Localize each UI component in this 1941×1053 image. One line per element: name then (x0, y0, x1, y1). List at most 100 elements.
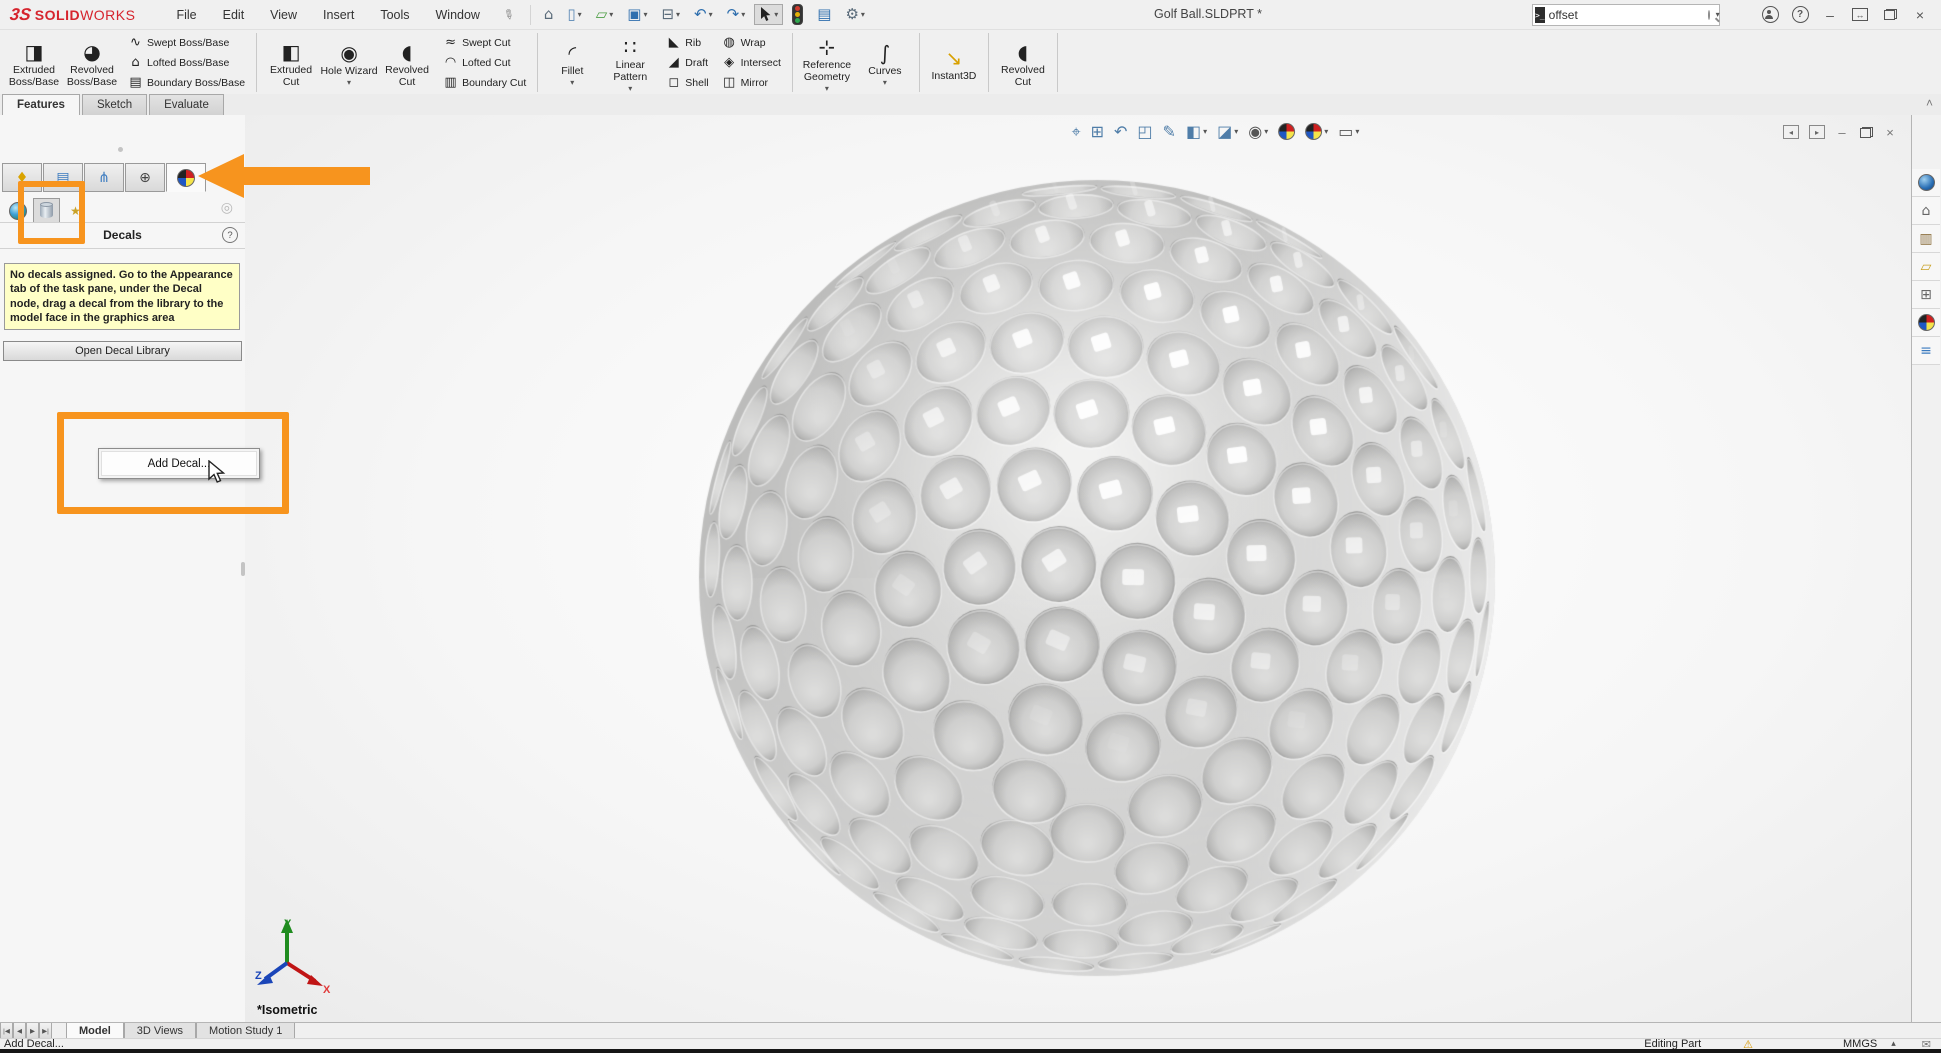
doc-minimize-button[interactable]: – (1830, 123, 1854, 141)
rebuild-status-button[interactable] (787, 1, 808, 28)
solidworks-resources-icon (1918, 174, 1935, 191)
fillet-button[interactable]: ◜Fillet▾ (543, 38, 601, 87)
previous-window-button[interactable]: ◂ (1783, 125, 1799, 139)
previous-tab-button[interactable]: ◀ (13, 1023, 26, 1039)
rebuild-warning-icon[interactable]: ⚠ (1743, 1039, 1753, 1050)
ribbon-label: Linear Pattern (601, 60, 659, 83)
curves-button[interactable]: ∫Curves▾ (856, 38, 914, 87)
doc-restore-button[interactable] (1854, 123, 1878, 141)
shell-icon: ◻ (665, 76, 682, 89)
add-decal-menu-item[interactable]: Add Decal... (101, 451, 257, 476)
linear-pattern-button[interactable]: ∷Linear Pattern▾ (601, 32, 659, 92)
design-library-tab[interactable]: ▥ (1912, 225, 1940, 253)
menu-view[interactable]: View (257, 8, 310, 22)
custom-properties-tab[interactable]: ≡ (1912, 337, 1940, 365)
panel-handle[interactable] (118, 147, 123, 152)
solidworks-resources-tab[interactable] (1912, 169, 1940, 197)
view-orientation-button[interactable]: ◧▾ (1181, 122, 1212, 142)
tab-sketch[interactable]: Sketch (82, 94, 147, 115)
appearances-scenes-tab[interactable] (1912, 309, 1940, 337)
pin-menubar-icon[interactable]: ✎ (499, 5, 517, 24)
mirror-button[interactable]: ◫Mirror (715, 73, 787, 93)
intersect-button[interactable]: ◈Intersect (715, 53, 787, 73)
user-account-button[interactable] (1755, 2, 1785, 28)
previous-view-button[interactable]: ↶ (1109, 122, 1132, 142)
revolved-boss-base-button[interactable]: ◕Revolved Boss/Base (63, 37, 121, 88)
new-document-button[interactable]: ▯▾ (562, 4, 586, 25)
rib-button[interactable]: ◣Rib (659, 33, 714, 53)
lofted-cut-button[interactable]: ◠Lofted Cut (436, 53, 532, 73)
apply-scene-button[interactable]: ▾ (1300, 121, 1333, 142)
boundary-boss-base-button[interactable]: ▤Boundary Boss/Base (121, 73, 251, 93)
print-button[interactable]: ⊟▾ (656, 4, 685, 25)
hole-wizard-button[interactable]: ◉Hole Wizard▾ (320, 38, 378, 87)
section-view-button[interactable]: ◰ (1132, 122, 1157, 142)
boundary-cut-button[interactable]: ▥Boundary Cut (436, 73, 532, 93)
restore-button[interactable] (1875, 2, 1905, 28)
undo-button[interactable]: ↶▾ (689, 4, 718, 25)
tags-icon[interactable]: ✉ (1922, 1039, 1931, 1050)
edit-appearance-button[interactable] (1273, 121, 1300, 142)
settings-button[interactable]: ⚙▾ (840, 4, 869, 25)
file-explorer-tab[interactable]: ▱ (1912, 253, 1940, 281)
menu-file[interactable]: File (163, 8, 209, 22)
draft-button[interactable]: ◢Draft (659, 53, 714, 73)
tab-model[interactable]: Model (66, 1023, 124, 1039)
first-tab-button[interactable]: |◀ (0, 1023, 13, 1039)
lofted-boss-base-button[interactable]: ⌂Lofted Boss/Base (121, 53, 251, 73)
ribbon-collapse-icon[interactable]: ˄ (1926, 96, 1933, 110)
search-box[interactable]: >_ ▾ (1532, 4, 1720, 26)
menu-tools[interactable]: Tools (367, 8, 422, 22)
last-tab-button[interactable]: ▶| (39, 1023, 52, 1039)
dimxpertmanager-tab[interactable]: ⊕ (125, 163, 165, 192)
tab-motion-study-1[interactable]: Motion Study 1 (196, 1023, 295, 1039)
units-caret-icon[interactable]: ▴ (1891, 1040, 1896, 1049)
home-button[interactable]: ⌂ (539, 4, 559, 25)
zoom-to-fit-button[interactable]: ⌖ (1067, 122, 1086, 142)
revolved-cut-2-button[interactable]: ◖Revolved Cut (994, 37, 1052, 88)
shell-button[interactable]: ◻Shell (659, 73, 714, 93)
graphics-area[interactable]: ⌖⊞↶◰✎◧▾◪▾◉▾▾▭▾ ◂▸–× Y X Z *Isometric (245, 115, 1912, 1022)
help-icon[interactable]: ? (222, 227, 238, 243)
extruded-boss-base-button[interactable]: ◨Extruded Boss/Base (5, 37, 63, 88)
tab-features[interactable]: Features (2, 94, 80, 115)
revolved-cut-button[interactable]: ◖Revolved Cut (378, 37, 436, 88)
search-icon[interactable] (1708, 10, 1710, 20)
tab-evaluate[interactable]: Evaluate (149, 94, 224, 115)
configurationmanager-tab[interactable]: ⋔ (84, 163, 124, 192)
help-button[interactable]: ? (1785, 2, 1815, 28)
doc-close-button[interactable]: × (1878, 123, 1902, 141)
open-document-button[interactable]: ▱▾ (591, 4, 619, 25)
extruded-cut-button[interactable]: ◧Extruded Cut (262, 37, 320, 88)
wrap-button[interactable]: ◍Wrap (715, 33, 787, 53)
close-button[interactable]: × (1905, 2, 1935, 28)
view-palette-icon: ⊞ (1920, 288, 1932, 302)
menu-edit[interactable]: Edit (210, 8, 258, 22)
options-list-button[interactable]: ▤ (812, 4, 836, 25)
save-button[interactable]: ▣▾ (622, 4, 652, 25)
span-displays-button[interactable]: ↔ (1845, 2, 1875, 28)
minimize-button[interactable]: – (1815, 2, 1845, 28)
next-tab-button[interactable]: ▶ (26, 1023, 39, 1039)
open-decal-library-button[interactable]: Open Decal Library (3, 341, 242, 361)
instant3d-button[interactable]: ↘Instant3D (925, 43, 983, 83)
search-input[interactable] (1545, 8, 1708, 22)
reference-geometry-button[interactable]: ⊹Reference Geometry▾ (798, 32, 856, 92)
view-settings-button[interactable]: ▭▾ (1333, 122, 1364, 142)
menu-insert[interactable]: Insert (310, 8, 367, 22)
display-style-button[interactable]: ◪▾ (1212, 122, 1243, 142)
sketch-visibility-button[interactable]: ✎ (1158, 122, 1181, 142)
home-tab[interactable]: ⌂ (1912, 197, 1940, 225)
tab-3d-views[interactable]: 3D Views (124, 1023, 196, 1039)
zoom-to-area-button[interactable]: ⊞ (1086, 122, 1109, 142)
menu-window[interactable]: Window (423, 8, 493, 22)
select-tool-button[interactable]: ▾ (754, 4, 783, 25)
golf-ball-model[interactable] (693, 174, 1501, 982)
swept-cut-button[interactable]: ≈Swept Cut (436, 33, 532, 53)
redo-button[interactable]: ↷▾ (722, 4, 751, 25)
swept-boss-base-button[interactable]: ∿Swept Boss/Base (121, 33, 251, 53)
view-palette-tab[interactable]: ⊞ (1912, 281, 1940, 309)
hide-show-items-button[interactable]: ◉▾ (1243, 122, 1273, 142)
next-window-button[interactable]: ▸ (1809, 125, 1825, 139)
document-tabs: Model3D ViewsMotion Study 1 (66, 1023, 295, 1039)
